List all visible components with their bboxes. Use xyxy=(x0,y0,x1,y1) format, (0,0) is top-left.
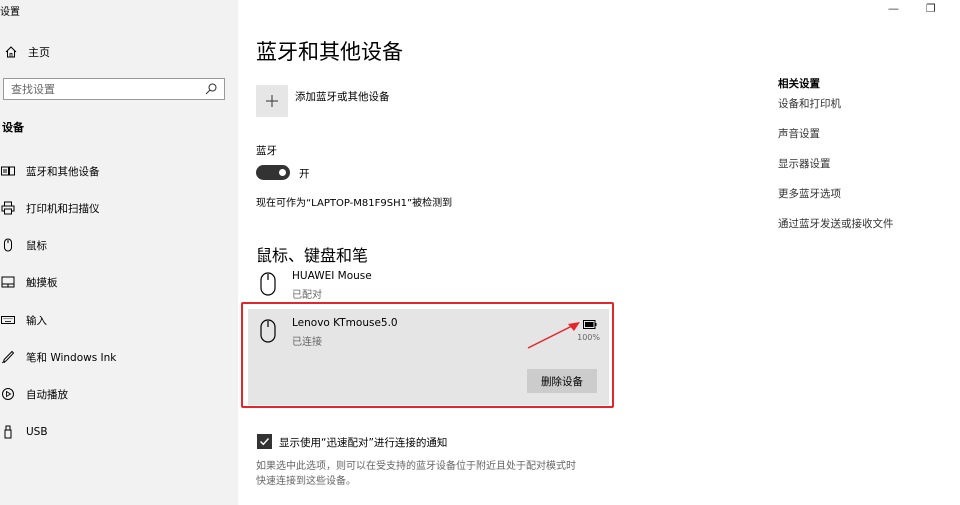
home-icon xyxy=(5,46,17,58)
related-link-devices-printers[interactable]: 设备和打印机 xyxy=(778,96,841,111)
remove-device-button[interactable]: 删除设备 xyxy=(527,369,597,393)
sidebar-item-usb[interactable]: USB xyxy=(0,423,48,441)
swift-pair-label[interactable]: 显示使用“迅速配对”进行连接的通知 xyxy=(279,435,447,450)
search-input[interactable]: 查找设置 xyxy=(3,78,225,100)
usb-icon xyxy=(4,425,12,439)
touchpad-icon xyxy=(1,276,15,288)
device-huawei-mouse[interactable]: HUAWEI Mouse 已配对 xyxy=(256,270,456,306)
sidebar-item-bluetooth[interactable]: 蓝牙和其他设备 xyxy=(0,162,100,180)
pen-icon xyxy=(1,350,15,364)
annotation-arrow xyxy=(527,322,580,349)
sidebar-item-label: 笔和 Windows Ink xyxy=(26,351,117,364)
bluetooth-toggle[interactable] xyxy=(256,165,290,180)
swift-pair-hint: 如果选中此选项，则可以在受支持的蓝牙设备位于附近且处于配对模式时 快速连接到这些… xyxy=(256,459,616,489)
device-name: Lenovo KTmouse5.0 xyxy=(292,317,398,329)
settings-window: 设置 主页 查找设置 设备 蓝牙和其他设备 打印机和扫描仪 鼠标 触摸板 输入 … xyxy=(0,0,960,505)
mouse-icon xyxy=(260,319,276,343)
sidebar-item-label: 触摸板 xyxy=(26,276,58,289)
sidebar-item-pen[interactable]: 笔和 Windows Ink xyxy=(0,348,116,366)
battery-icon xyxy=(583,320,597,329)
home-nav-item[interactable]: 主页 xyxy=(4,44,50,60)
keyboard-icon xyxy=(1,316,15,324)
related-link-display[interactable]: 显示器设置 xyxy=(778,156,831,171)
sidebar-item-printers[interactable]: 打印机和扫描仪 xyxy=(0,199,100,217)
device-status: 已连接 xyxy=(292,337,322,348)
swift-pair-checkbox[interactable] xyxy=(257,434,272,449)
discoverable-text: 现在可作为“LAPTOP-M81F9SH1”被检测到 xyxy=(256,198,453,209)
device-name: HUAWEI Mouse xyxy=(292,270,372,282)
swift-pair-hint-line: 如果选中此选项，则可以在受支持的蓝牙设备位于附近且处于配对模式时 xyxy=(256,461,576,472)
related-link-bluetooth-transfer[interactable]: 通过蓝牙发送或接收文件 xyxy=(778,216,894,231)
checkmark-icon xyxy=(260,438,270,446)
sidebar-item-label: 打印机和扫描仪 xyxy=(26,202,100,215)
battery-fill xyxy=(585,322,594,327)
sidebar-item-typing[interactable]: 输入 xyxy=(0,311,47,329)
window-title: 设置 xyxy=(0,7,20,18)
plus-icon xyxy=(266,95,278,107)
mouse-icon xyxy=(4,238,12,252)
toggle-knob xyxy=(279,169,286,176)
add-device-button[interactable] xyxy=(256,85,288,117)
search-placeholder: 查找设置 xyxy=(11,83,55,96)
sidebar-item-label: 鼠标 xyxy=(26,239,47,252)
section-title: 鼠标、键盘和笔 xyxy=(256,246,369,265)
page-title: 蓝牙和其他设备 xyxy=(256,40,403,64)
device-status: 已配对 xyxy=(292,290,322,301)
sidebar-item-touchpad[interactable]: 触摸板 xyxy=(0,273,58,291)
restore-button[interactable]: ❐ xyxy=(926,2,936,15)
sidebar: 设置 主页 查找设置 设备 蓝牙和其他设备 打印机和扫描仪 鼠标 触摸板 输入 … xyxy=(0,0,238,505)
bluetooth-state: 开 xyxy=(299,168,310,180)
device-lenovo-mouse[interactable]: Lenovo KTmouse5.0 已连接 xyxy=(256,317,456,353)
swift-pair-hint-line: 快速连接到这些设备。 xyxy=(256,476,356,487)
related-settings-title: 相关设置 xyxy=(778,78,820,90)
sidebar-item-label: 自动播放 xyxy=(26,388,68,401)
search-icon xyxy=(205,83,217,95)
home-label: 主页 xyxy=(28,46,50,59)
add-device-label[interactable]: 添加蓝牙或其他设备 xyxy=(295,89,390,104)
sidebar-item-label: 蓝牙和其他设备 xyxy=(26,165,100,178)
sidebar-item-autoplay[interactable]: 自动播放 xyxy=(0,385,68,403)
related-link-sound[interactable]: 声音设置 xyxy=(778,126,820,141)
printer-icon xyxy=(1,201,15,215)
sidebar-item-mouse[interactable]: 鼠标 xyxy=(0,236,47,254)
bluetooth-devices-icon xyxy=(1,166,15,176)
autoplay-icon xyxy=(2,388,14,400)
bluetooth-label: 蓝牙 xyxy=(256,145,277,157)
related-link-bluetooth-options[interactable]: 更多蓝牙选项 xyxy=(778,186,841,201)
section-heading: 设备 xyxy=(2,121,24,134)
mouse-icon xyxy=(260,272,276,296)
minimize-button[interactable]: — xyxy=(888,2,899,15)
sidebar-item-label: USB xyxy=(26,426,48,438)
sidebar-item-label: 输入 xyxy=(26,314,47,327)
